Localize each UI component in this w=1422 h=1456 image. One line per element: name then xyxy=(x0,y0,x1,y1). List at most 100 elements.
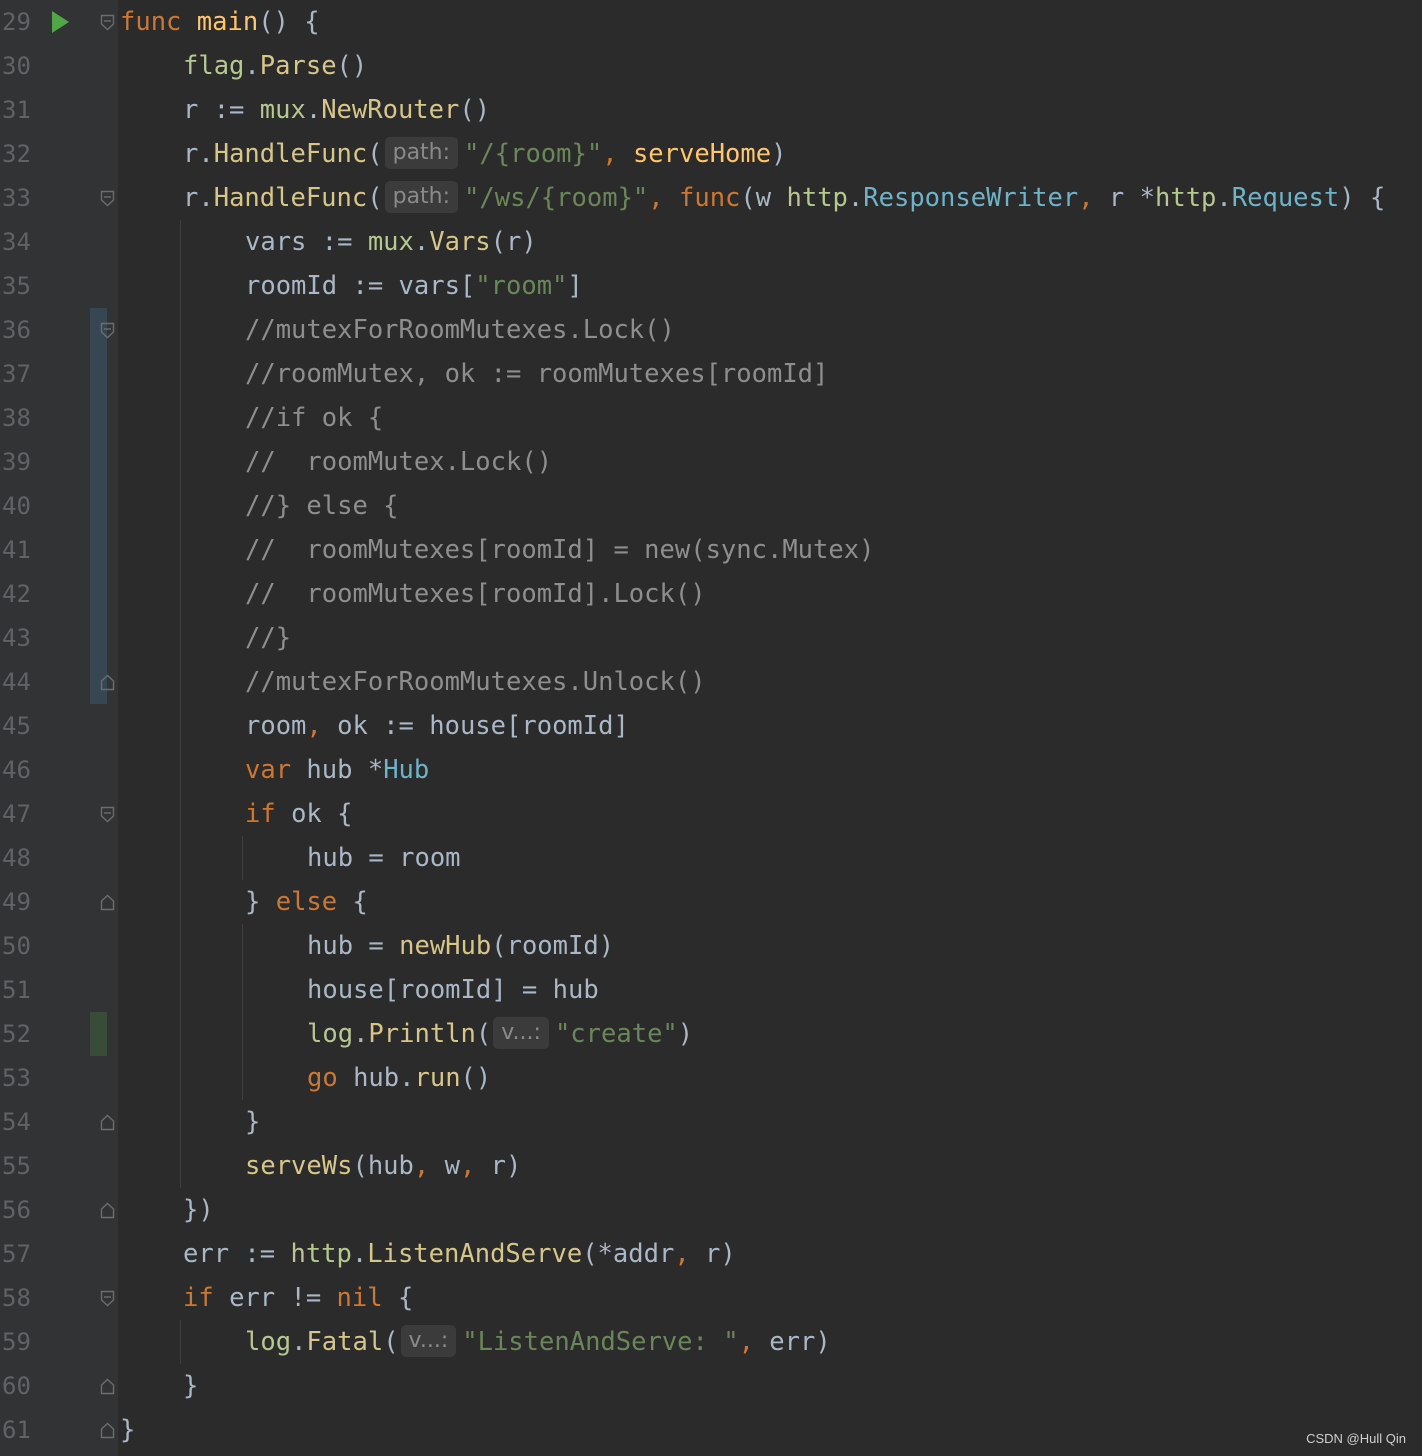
line-number: 35 xyxy=(2,272,31,300)
code-line[interactable]: 43 //} xyxy=(0,616,1422,660)
fold-end-icon[interactable] xyxy=(100,674,115,691)
code-line[interactable]: 53 go hub.run() xyxy=(0,1056,1422,1100)
code-comment: //} xyxy=(245,623,292,653)
code-comment: //roomMutex, ok := roomMutexes[roomId] xyxy=(245,359,829,389)
fold-icon[interactable] xyxy=(100,14,115,31)
code-line[interactable]: 55 serveWs(hub, w, r) xyxy=(0,1144,1422,1188)
code-line[interactable]: 40 //} else { xyxy=(0,484,1422,528)
line-number: 33 xyxy=(2,184,31,212)
code-editor[interactable]: 29 func main() { 30 flag.Parse() 31 r :=… xyxy=(0,0,1422,1456)
fold-end-icon[interactable] xyxy=(100,1378,115,1395)
code-line[interactable]: 31 r := mux.NewRouter() xyxy=(0,88,1422,132)
code-line[interactable]: 60 } xyxy=(0,1364,1422,1408)
code-comment: //mutexForRoomMutexes.Unlock() xyxy=(245,667,706,697)
line-number: 34 xyxy=(2,228,31,256)
code-line[interactable]: 49 } else { xyxy=(0,880,1422,924)
code-comment: //} else { xyxy=(245,491,399,521)
code-text: r.HandleFunc(path: "/{room}", serveHome) xyxy=(183,137,787,169)
code-text: } xyxy=(245,1107,261,1137)
code-text: r := mux.NewRouter() xyxy=(183,95,491,125)
code-line[interactable]: 29 func main() { xyxy=(0,0,1422,44)
code-text: var hub *Hub xyxy=(245,755,430,785)
code-text: log.Fatal(v...: "ListenAndServe: ", err) xyxy=(245,1325,831,1357)
code-line[interactable]: 39 // roomMutex.Lock() xyxy=(0,440,1422,484)
code-line[interactable]: 38 //if ok { xyxy=(0,396,1422,440)
code-comment: //if ok { xyxy=(245,403,384,433)
code-comment: //mutexForRoomMutexes.Lock() xyxy=(245,315,675,345)
fold-end-icon[interactable] xyxy=(100,1114,115,1131)
line-number: 36 xyxy=(2,316,31,344)
fold-icon[interactable] xyxy=(100,1290,115,1307)
code-line[interactable]: 56 }) xyxy=(0,1188,1422,1232)
code-text: hub = newHub(roomId) xyxy=(307,931,615,961)
line-number: 50 xyxy=(2,932,31,960)
code-text: if ok { xyxy=(245,799,353,829)
line-number: 52 xyxy=(2,1020,31,1048)
code-text: flag.Parse() xyxy=(183,51,368,81)
code-text: log.Println(v...: "create") xyxy=(307,1017,694,1049)
code-line[interactable]: 37 //roomMutex, ok := roomMutexes[roomId… xyxy=(0,352,1422,396)
code-line[interactable]: 51 house[roomId] = hub xyxy=(0,968,1422,1012)
code-line[interactable]: 61 } xyxy=(0,1408,1422,1452)
line-number: 53 xyxy=(2,1064,31,1092)
line-number: 30 xyxy=(2,52,31,80)
code-text: } xyxy=(120,1415,136,1445)
code-line[interactable]: 41 // roomMutexes[roomId] = new(sync.Mut… xyxy=(0,528,1422,572)
code-line[interactable]: 33 r.HandleFunc(path: "/ws/{room}", func(… xyxy=(0,176,1422,220)
line-number: 40 xyxy=(2,492,31,520)
code-text: hub = room xyxy=(307,843,461,873)
line-number: 59 xyxy=(2,1328,31,1356)
code-line[interactable]: 36 //mutexForRoomMutexes.Lock() xyxy=(0,308,1422,352)
parameter-hint: v...: xyxy=(493,1017,549,1049)
code-comment: // roomMutex.Lock() xyxy=(245,447,553,477)
code-text: err := http.ListenAndServe(*addr, r) xyxy=(183,1239,736,1269)
code-line[interactable]: 45 room, ok := house[roomId] xyxy=(0,704,1422,748)
line-number: 37 xyxy=(2,360,31,388)
line-number: 29 xyxy=(2,8,31,36)
line-number: 58 xyxy=(2,1284,31,1312)
fold-end-icon[interactable] xyxy=(100,1422,115,1439)
line-number: 39 xyxy=(2,448,31,476)
code-line[interactable]: 47 if ok { xyxy=(0,792,1422,836)
fold-icon[interactable] xyxy=(100,190,115,207)
code-line[interactable]: 32 r.HandleFunc(path: "/{room}", serveHom… xyxy=(0,132,1422,176)
code-line[interactable]: 46 var hub *Hub xyxy=(0,748,1422,792)
parameter-hint: path: xyxy=(384,137,459,169)
run-icon[interactable] xyxy=(52,11,69,33)
code-line[interactable]: 30 flag.Parse() xyxy=(0,44,1422,88)
line-number: 43 xyxy=(2,624,31,652)
code-text: go hub.run() xyxy=(307,1063,492,1093)
code-line[interactable]: 42 // roomMutexes[roomId].Lock() xyxy=(0,572,1422,616)
fold-icon[interactable] xyxy=(100,806,115,823)
fold-end-icon[interactable] xyxy=(100,894,115,911)
code-line[interactable]: 34 vars := mux.Vars(r) xyxy=(0,220,1422,264)
code-text: r.HandleFunc(path: "/ws/{room}", func(w h… xyxy=(183,181,1386,213)
code-line[interactable]: 50 hub = newHub(roomId) xyxy=(0,924,1422,968)
code-text: } xyxy=(183,1371,199,1401)
watermark: CSDN @Hull Qin xyxy=(1306,1431,1406,1446)
code-text: func main() { xyxy=(120,7,320,37)
line-number: 56 xyxy=(2,1196,31,1224)
code-line[interactable]: 58 if err != nil { xyxy=(0,1276,1422,1320)
fold-icon[interactable] xyxy=(100,322,115,339)
code-comment: // roomMutexes[roomId].Lock() xyxy=(245,579,706,609)
fold-end-icon[interactable] xyxy=(100,1202,115,1219)
line-number: 38 xyxy=(2,404,31,432)
code-text: if err != nil { xyxy=(183,1283,414,1313)
code-line[interactable]: 44 //mutexForRoomMutexes.Unlock() xyxy=(0,660,1422,704)
code-line[interactable]: 57 err := http.ListenAndServe(*addr, r) xyxy=(0,1232,1422,1276)
code-text: serveWs(hub, w, r) xyxy=(245,1151,522,1181)
line-number: 49 xyxy=(2,888,31,916)
line-number: 41 xyxy=(2,536,31,564)
parameter-hint: path: xyxy=(384,181,459,213)
code-line[interactable]: 35 roomId := vars["room"] xyxy=(0,264,1422,308)
parameter-hint: v...: xyxy=(400,1325,457,1357)
line-number: 55 xyxy=(2,1152,31,1180)
code-text: vars := mux.Vars(r) xyxy=(245,227,537,257)
line-number: 48 xyxy=(2,844,31,872)
line-number: 47 xyxy=(2,800,31,828)
code-line[interactable]: 54 } xyxy=(0,1100,1422,1144)
code-line[interactable]: 59 log.Fatal(v...: "ListenAndServe: ", er… xyxy=(0,1320,1422,1364)
code-line[interactable]: 48 hub = room xyxy=(0,836,1422,880)
code-line[interactable]: 52 log.Println(v...: "create") xyxy=(0,1012,1422,1056)
